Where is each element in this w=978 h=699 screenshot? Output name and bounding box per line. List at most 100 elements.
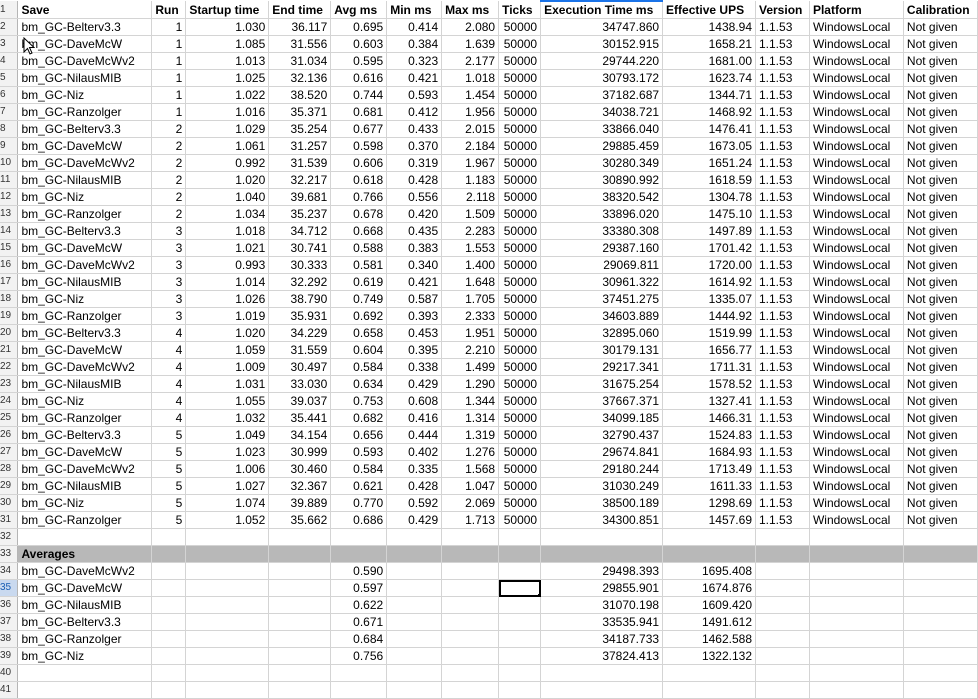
fill-handle[interactable] (538, 594, 540, 596)
data-cell[interactable]: Not given (903, 171, 978, 189)
data-cell[interactable]: 0.588 (330, 239, 388, 257)
data-cell[interactable]: 1.055 (185, 392, 270, 410)
data-cell[interactable]: 5 (151, 511, 187, 529)
data-cell[interactable]: 1.018 (185, 222, 270, 240)
data-cell[interactable]: WindowsLocal (809, 494, 904, 512)
data-cell[interactable]: 0.619 (330, 273, 388, 291)
row-header[interactable]: 31 (0, 511, 19, 529)
empty-cell[interactable] (151, 562, 187, 580)
data-cell[interactable]: 1.705 (441, 290, 500, 308)
empty-cell[interactable] (540, 681, 664, 699)
empty-cell[interactable] (185, 528, 270, 546)
empty-cell[interactable] (386, 596, 443, 614)
data-cell[interactable]: 34.712 (268, 222, 332, 240)
data-cell[interactable]: 33866.040 (540, 120, 664, 138)
data-cell[interactable]: 35.254 (268, 120, 332, 138)
average-ups-cell[interactable]: 1491.612 (662, 613, 756, 631)
data-cell[interactable]: 50000 (498, 86, 542, 104)
data-cell[interactable]: 29217.341 (540, 358, 664, 376)
data-cell[interactable]: 2.118 (441, 188, 500, 206)
data-cell[interactable]: 1.023 (185, 443, 270, 461)
data-cell[interactable]: 0.744 (330, 86, 388, 104)
row-header[interactable]: 12 (0, 188, 19, 206)
data-cell[interactable]: 2 (151, 154, 187, 172)
data-cell[interactable]: 34099.185 (540, 409, 664, 427)
data-cell[interactable]: WindowsLocal (809, 273, 904, 291)
data-cell[interactable]: 1.052 (185, 511, 270, 529)
data-cell[interactable]: bm_GC-Niz (17, 86, 153, 104)
data-cell[interactable]: bm_GC-NilausMIB (17, 69, 153, 87)
data-cell[interactable]: Not given (903, 52, 978, 70)
average-exec-time-cell[interactable]: 29855.901 (540, 579, 664, 597)
data-cell[interactable]: bm_GC-DaveMcWv2 (17, 154, 153, 172)
data-cell[interactable]: Not given (903, 324, 978, 342)
data-cell[interactable]: 1.1.53 (755, 86, 810, 104)
data-cell[interactable]: 1.1.53 (755, 511, 810, 529)
data-cell[interactable]: 1.183 (441, 171, 500, 189)
empty-cell[interactable] (755, 528, 810, 546)
data-cell[interactable]: 29674.841 (540, 443, 664, 461)
data-cell[interactable]: 0.681 (330, 103, 388, 121)
data-cell[interactable]: 0.616 (330, 69, 388, 87)
data-cell[interactable]: 0.678 (330, 205, 388, 223)
data-cell[interactable]: 35.237 (268, 205, 332, 223)
data-cell[interactable]: 0.992 (185, 154, 270, 172)
empty-cell[interactable] (662, 681, 756, 699)
row-header[interactable]: 37 (0, 613, 19, 631)
data-cell[interactable]: WindowsLocal (809, 477, 904, 495)
data-cell[interactable]: 3 (151, 290, 187, 308)
data-cell[interactable]: 1335.07 (662, 290, 756, 308)
empty-cell[interactable] (809, 613, 904, 631)
data-cell[interactable]: 1.1.53 (755, 358, 810, 376)
data-cell[interactable]: 0.593 (386, 86, 443, 104)
data-cell[interactable]: bm_GC-Belterv3.3 (17, 324, 153, 342)
average-save-cell[interactable]: bm_GC-DaveMcWv2 (17, 562, 153, 580)
row-header[interactable]: 8 (0, 120, 19, 138)
data-cell[interactable]: 50000 (498, 494, 542, 512)
data-cell[interactable]: 1.047 (441, 477, 500, 495)
data-cell[interactable]: 1.454 (441, 86, 500, 104)
data-cell[interactable]: bm_GC-DaveMcWv2 (17, 256, 153, 274)
empty-cell[interactable] (755, 579, 810, 597)
data-cell[interactable]: 4 (151, 358, 187, 376)
row-header[interactable]: 4 (0, 52, 19, 70)
data-cell[interactable]: WindowsLocal (809, 341, 904, 359)
empty-cell[interactable] (809, 664, 904, 682)
data-cell[interactable]: 0.598 (330, 137, 388, 155)
data-cell[interactable]: 1673.05 (662, 137, 756, 155)
data-cell[interactable]: WindowsLocal (809, 324, 904, 342)
empty-cell[interactable] (386, 528, 443, 546)
empty-cell[interactable] (498, 664, 542, 682)
empty-cell[interactable] (386, 681, 443, 699)
data-cell[interactable]: 1611.33 (662, 477, 756, 495)
data-cell[interactable]: bm_GC-NilausMIB (17, 171, 153, 189)
data-cell[interactable]: 50000 (498, 392, 542, 410)
data-cell[interactable]: 33896.020 (540, 205, 664, 223)
data-cell[interactable]: 1.1.53 (755, 341, 810, 359)
data-cell[interactable]: 50000 (498, 137, 542, 155)
data-cell[interactable]: Not given (903, 137, 978, 155)
data-cell[interactable]: 0.453 (386, 324, 443, 342)
data-cell[interactable]: 0.749 (330, 290, 388, 308)
data-cell[interactable]: 50000 (498, 205, 542, 223)
empty-cell[interactable] (755, 562, 810, 580)
data-cell[interactable]: 0.370 (386, 137, 443, 155)
empty-cell[interactable] (809, 545, 904, 563)
data-cell[interactable]: 1.009 (185, 358, 270, 376)
empty-cell[interactable] (540, 545, 664, 563)
data-cell[interactable]: WindowsLocal (809, 171, 904, 189)
empty-cell[interactable] (268, 647, 332, 665)
data-cell[interactable]: 1475.10 (662, 205, 756, 223)
data-cell[interactable]: Not given (903, 477, 978, 495)
data-cell[interactable]: 0.444 (386, 426, 443, 444)
data-cell[interactable]: Not given (903, 307, 978, 325)
data-cell[interactable]: 1.026 (185, 290, 270, 308)
empty-cell[interactable] (903, 545, 978, 563)
empty-cell[interactable] (755, 664, 810, 682)
data-cell[interactable]: 0.668 (330, 222, 388, 240)
data-cell[interactable]: 33.030 (268, 375, 332, 393)
empty-cell[interactable] (386, 664, 443, 682)
empty-cell[interactable] (903, 664, 978, 682)
data-cell[interactable]: 1457.69 (662, 511, 756, 529)
data-cell[interactable]: WindowsLocal (809, 86, 904, 104)
